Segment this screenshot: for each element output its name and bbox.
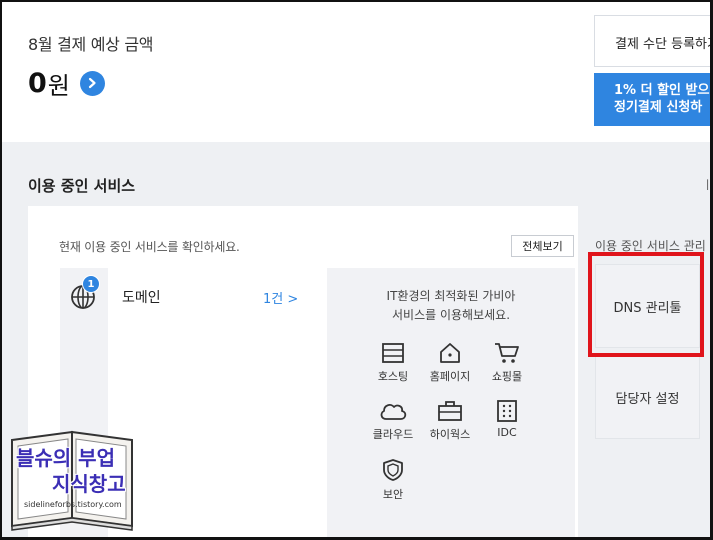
view-all-button[interactable]: 전체보기 — [511, 235, 574, 257]
domain-count-badge: 1 — [82, 275, 100, 293]
promo-item-label: 하이웍스 — [429, 428, 471, 441]
promo-item-idc[interactable]: IDC — [477, 400, 537, 439]
watermark-line-1: 블슈의 부업 — [16, 446, 115, 470]
register-payment-button[interactable]: 결제 수단 등록하기 — [594, 15, 710, 67]
promo-item-label: 클라우드 — [372, 428, 414, 441]
promo-item-homepage[interactable]: 홈페이지 — [420, 342, 480, 384]
subscription-discount-button[interactable]: 1% 더 할인 받으 정기결제 신청하 — [594, 73, 710, 126]
promo-item-label: 보안 — [382, 488, 404, 501]
contact-settings-button[interactable]: 담당자 설정 — [595, 355, 700, 439]
promo-item-hiworks[interactable]: 하이웍스 — [420, 400, 480, 442]
promo-item-shop[interactable]: 쇼핑몰 — [477, 342, 537, 384]
briefcase-icon — [438, 401, 462, 421]
promo-item-security[interactable]: 보안 — [363, 458, 423, 502]
server-icon — [497, 400, 517, 422]
discount-line-2: 정기결제 신청하 — [614, 100, 703, 115]
promo-item-label: 호스팅 — [377, 370, 409, 383]
billing-month-label: 8월 결제 예상 금액 — [28, 35, 154, 54]
domain-count-link[interactable]: 1건 > — [263, 288, 298, 307]
domain-label[interactable]: 도메인 — [122, 287, 161, 307]
promo-item-cloud[interactable]: 클라우드 — [363, 400, 423, 442]
chevron-right-icon — [89, 77, 96, 89]
promo-text: IT환경의 최적화된 가비아 서비스를 이용해보세요. — [327, 287, 575, 325]
highlight-box — [588, 252, 704, 357]
services-description: 현재 이용 중인 서비스를 확인하세요. — [59, 240, 240, 254]
promo-item-label: IDC — [497, 426, 517, 439]
watermark-line-2: 지식창고 — [52, 472, 126, 496]
amount-value: 0 — [28, 67, 47, 99]
billing-summary: 8월 결제 예상 금액 0 원 결제 수단 등록하기 1% 더 할인 받으 정기… — [2, 2, 710, 142]
section-title: 이용 중인 서비스 — [28, 177, 136, 195]
watermark-url: sidelineforbs.tistory.com — [24, 500, 122, 509]
discount-line-1: 1% 더 할인 받으 — [614, 83, 710, 98]
page-frame: 8월 결제 예상 금액 0 원 결제 수단 등록하기 1% 더 할인 받으 정기… — [0, 0, 713, 540]
amount-unit: 원 — [47, 71, 70, 100]
promo-line-1: IT환경의 최적화된 가비아 — [386, 289, 516, 303]
promo-line-2: 서비스를 이용해보세요. — [391, 308, 511, 322]
homepage-icon — [440, 343, 460, 363]
promo-item-hosting[interactable]: 호스팅 — [363, 342, 423, 384]
right-edge-text: ㅣ — [702, 178, 713, 192]
hosting-icon — [382, 343, 404, 363]
cloud-icon — [380, 404, 407, 420]
amount-detail-button[interactable] — [79, 70, 105, 96]
billing-amount: 0 원 — [28, 66, 105, 100]
promo-item-label: 홈페이지 — [429, 370, 471, 383]
shield-icon — [383, 459, 403, 481]
cart-icon — [495, 343, 519, 363]
promo-item-label: 쇼핑몰 — [491, 370, 523, 383]
